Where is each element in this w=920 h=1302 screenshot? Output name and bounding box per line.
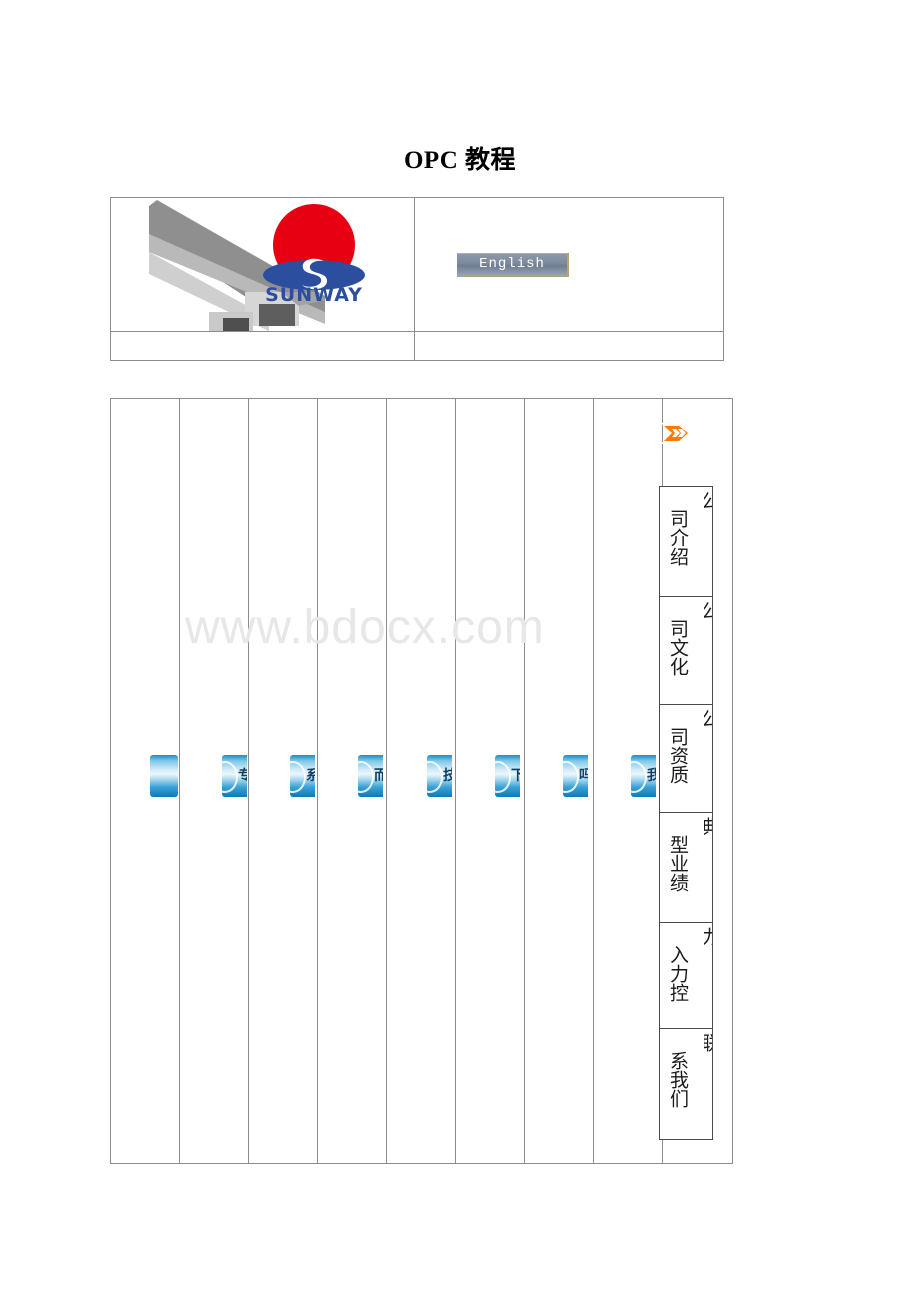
- sidebar-item-label: 入力控: [667, 945, 688, 1002]
- header-table-row: SUNWAY English: [110, 197, 724, 332]
- page-title: OPC 教程: [403, 147, 517, 174]
- logo-cell: SUNWAY: [110, 197, 415, 332]
- sidebar-item-clipped-char: 公: [704, 491, 713, 510]
- sidebar-item-input-control[interactable]: 力 入力控: [659, 922, 713, 1028]
- header-footer-left-cell: [110, 331, 415, 361]
- sidebar-item-label: 司资质: [667, 727, 688, 784]
- sidebar-item-clipped-char: 公: [704, 709, 713, 728]
- sidebar-item-company-intro[interactable]: 公 司介绍: [659, 486, 713, 596]
- sidebar-item-clipped-char: 公: [704, 601, 713, 620]
- sidebar-item-clipped-char: 典: [704, 817, 713, 836]
- sidebar-item-clipped-char: 力: [704, 927, 713, 946]
- sidebar-item-company-culture[interactable]: 公 司文化: [659, 596, 713, 704]
- header-table-footer-row: [110, 331, 724, 361]
- sidebar-item-label: 系我们: [667, 1051, 688, 1108]
- english-cell: English: [414, 197, 724, 332]
- sidebar-item-label: 司介绍: [667, 509, 688, 566]
- english-button[interactable]: English: [457, 252, 569, 277]
- sidebar-item-company-qualification[interactable]: 公 司资质: [659, 704, 713, 812]
- sidebar-item-contact-us[interactable]: 联 系我们: [659, 1028, 713, 1140]
- table-cell-1: [110, 398, 180, 1164]
- sidebar-item-label: 型业绩: [667, 835, 688, 892]
- side-menu: 公 司介绍 公 司文化 公 司资质 典 型业绩 力 入力控 联 系我们: [659, 486, 715, 1140]
- sunway-logo: SUNWAY: [111, 198, 414, 331]
- header-footer-right-cell: [414, 331, 724, 361]
- double-chevron-right-icon: [661, 423, 692, 444]
- table-cell-5: [386, 398, 456, 1164]
- main-content-table: [110, 398, 733, 1164]
- table-cell-8: [593, 398, 663, 1164]
- table-cell-3: [248, 398, 318, 1164]
- table-cell-7: [524, 398, 594, 1164]
- table-cell-2: [179, 398, 249, 1164]
- sidebar-item-label: 司文化: [667, 619, 688, 676]
- sidebar-item-typical-projects[interactable]: 典 型业绩: [659, 812, 713, 922]
- logo-mark: SUNWAY: [253, 204, 373, 324]
- table-cell-6: [455, 398, 525, 1164]
- brand-wordmark: SUNWAY: [265, 284, 363, 306]
- table-row: [110, 398, 733, 1164]
- header-table: SUNWAY English: [110, 197, 724, 361]
- sidebar-item-clipped-char: 联: [704, 1033, 713, 1052]
- table-cell-4: [317, 398, 387, 1164]
